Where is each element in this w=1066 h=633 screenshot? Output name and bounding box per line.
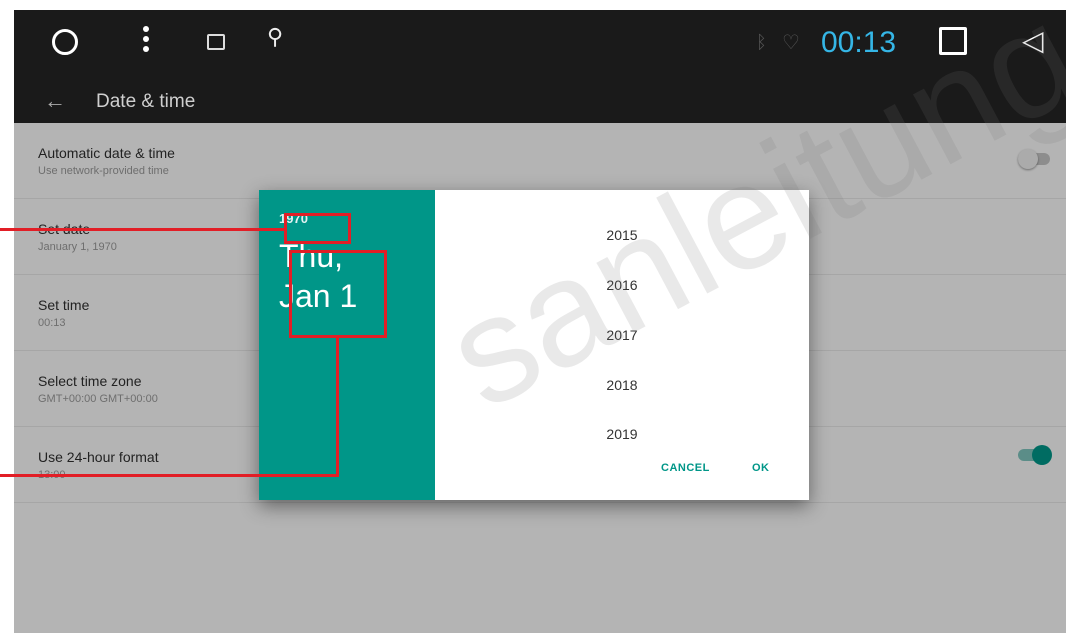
date-leader-line-vertical <box>336 338 339 477</box>
year-leader-line <box>0 228 284 231</box>
overflow-menu-icon[interactable] <box>141 26 151 60</box>
usb-icon: ⚲ <box>267 24 284 49</box>
year-callout-box <box>284 213 351 244</box>
back-arrow-icon[interactable]: ← <box>44 88 66 114</box>
dialog-actions: CANCEL OK <box>435 454 809 500</box>
recents-square-icon[interactable] <box>939 27 967 55</box>
page-title: Date & time <box>96 91 196 112</box>
ok-button[interactable]: OK <box>752 462 770 474</box>
cancel-button[interactable]: CANCEL <box>661 462 710 474</box>
year-item[interactable]: 2018 <box>435 377 809 393</box>
date-callout-box <box>289 250 387 338</box>
status-bar: ⚲ ᛒ ♡ 00:13 ◁ <box>14 10 1066 80</box>
action-bar: ← Date & time <box>14 80 1066 123</box>
bluetooth-icon: ᛒ <box>756 32 767 52</box>
year-list[interactable]: 2015 2016 2017 2018 2019 <box>435 190 809 454</box>
wifi-icon: ♡ <box>782 32 800 54</box>
gallery-icon <box>207 34 225 50</box>
year-item[interactable]: 2015 <box>435 227 809 243</box>
circle-home-icon[interactable] <box>52 29 78 55</box>
year-item[interactable]: 2017 <box>435 327 809 343</box>
year-item[interactable]: 2016 <box>435 277 809 293</box>
back-triangle-icon[interactable]: ◁ <box>1022 24 1044 57</box>
date-leader-line-horizontal <box>0 474 339 477</box>
status-clock: 00:13 <box>821 26 897 59</box>
year-item[interactable]: 2019 <box>435 426 809 442</box>
